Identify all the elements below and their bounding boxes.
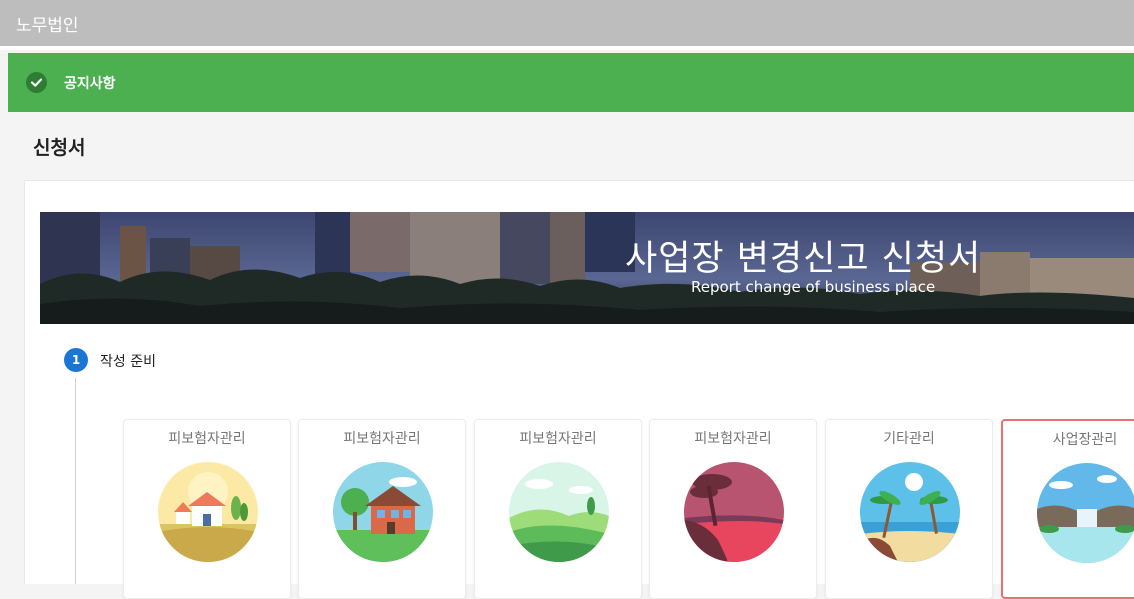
tile-label: 피보험자관리 [694, 431, 772, 447]
step-number-badge: 1 [64, 348, 88, 372]
house-field-illustration-icon [158, 462, 258, 562]
category-tile[interactable]: 기타관리 [825, 419, 993, 599]
palm-beach-illustration-icon [860, 462, 960, 562]
topbar-divider [0, 46, 1134, 50]
category-tile[interactable]: 사업장관리 [1001, 419, 1134, 599]
tile-label: 피보험자관리 [168, 431, 246, 447]
banner-subtitle: Report change of business place [691, 278, 936, 296]
notice-bar[interactable]: 공지사항 [8, 53, 1134, 112]
step-connector-line [75, 378, 76, 584]
category-tile[interactable]: 피보험자관리 [649, 419, 817, 599]
notice-label: 공지사항 [64, 76, 116, 92]
tree-sunset-illustration-icon [684, 462, 784, 562]
tile-label: 피보험자관리 [343, 431, 421, 447]
tile-label: 사업장관리 [1052, 432, 1118, 448]
tile-label: 피보험자관리 [519, 431, 597, 447]
category-tile[interactable]: 피보험자관리 [298, 419, 466, 599]
page-title: 신청서 [33, 137, 86, 159]
form-banner: 사업장 변경신고 신청서 Report change of business p… [40, 212, 1134, 324]
banner-title: 사업장 변경신고 신청서 [625, 239, 982, 279]
green-hills-illustration-icon [509, 462, 609, 562]
tile-label: 기타관리 [883, 431, 935, 447]
category-tile[interactable]: 피보험자관리 [123, 419, 291, 599]
app-title[interactable]: 노무법인 [16, 11, 79, 36]
waterfall-lake-illustration-icon [1037, 463, 1134, 563]
top-app-bar: 노무법인 [0, 0, 1134, 46]
check-circle-icon [26, 72, 47, 93]
step-label: 작성 준비 [100, 354, 156, 370]
category-tile[interactable]: 피보험자관리 [474, 419, 642, 599]
brick-house-illustration-icon [333, 462, 433, 562]
